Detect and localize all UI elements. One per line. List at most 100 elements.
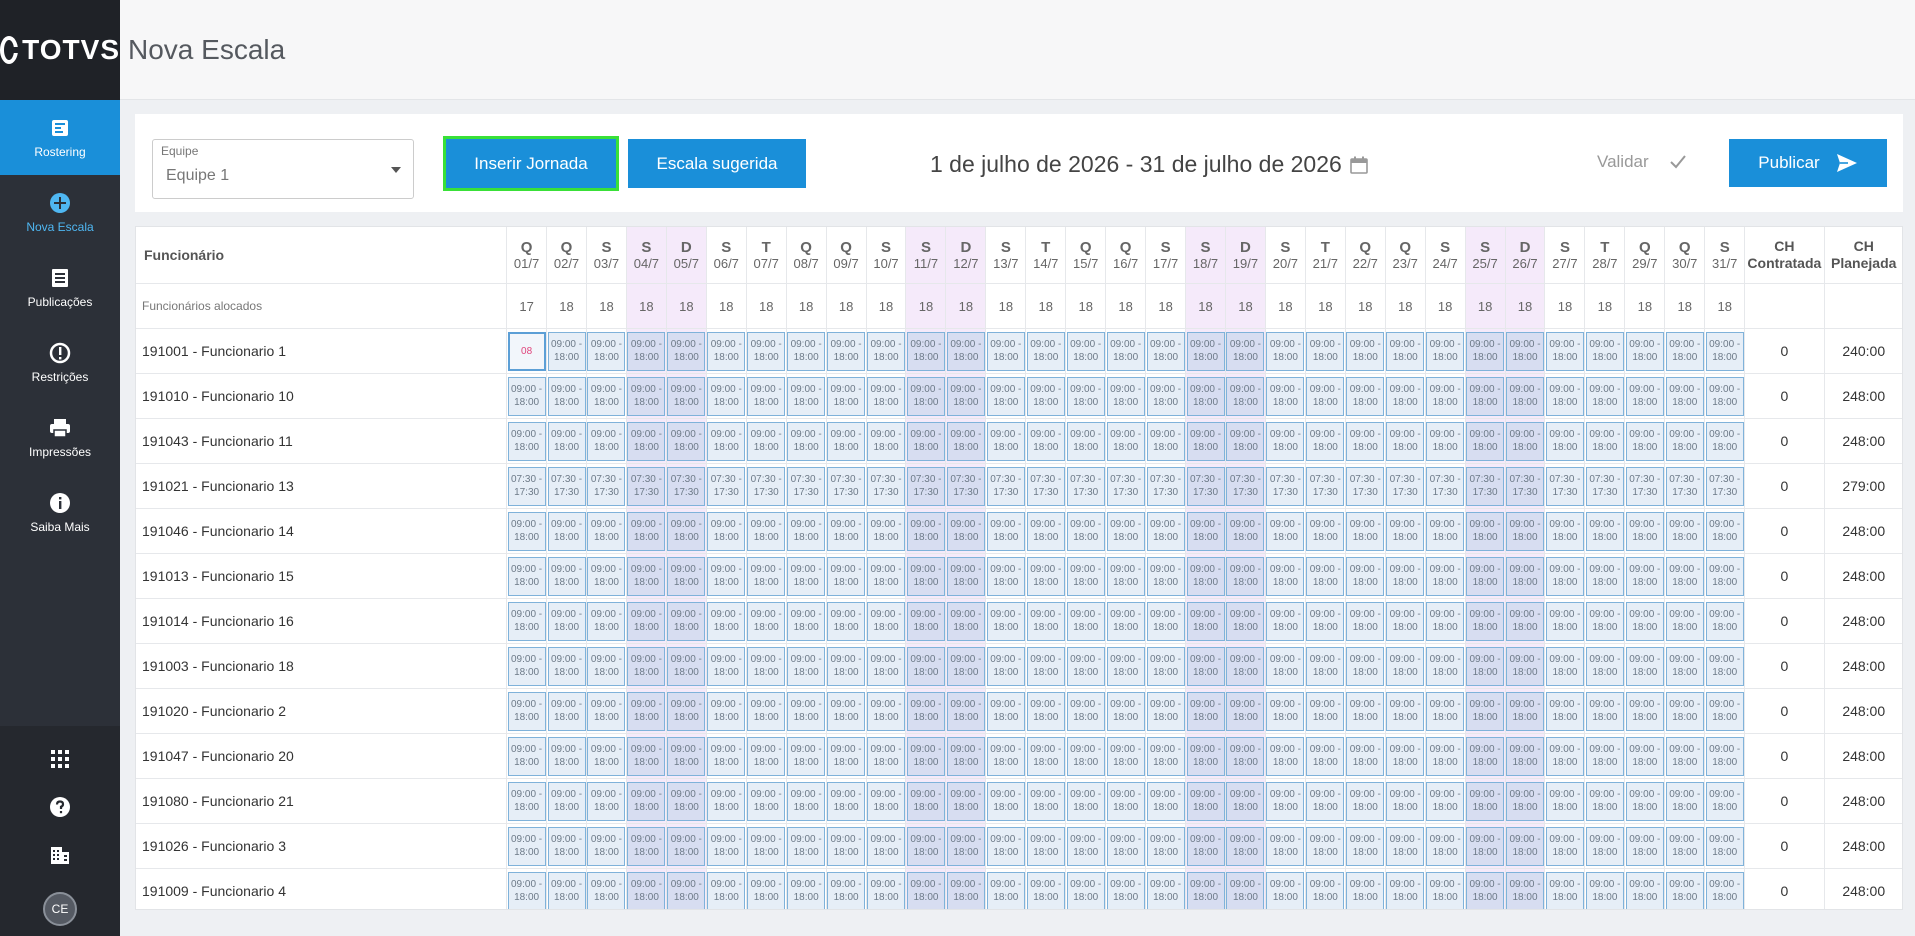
shift-block[interactable]: 09:00 -18:00 <box>867 826 906 866</box>
shift-block[interactable]: 09:00 -18:00 <box>1386 421 1425 461</box>
shift-block[interactable]: 09:00 -18:00 <box>1266 826 1305 866</box>
shift-block[interactable]: 09:00 -18:00 <box>1585 781 1624 821</box>
shift-block[interactable]: 09:00 -18:00 <box>1625 556 1664 596</box>
shift-block[interactable]: 09:00 -18:00 <box>1226 871 1265 909</box>
shift-block[interactable]: 09:00 -18:00 <box>1306 421 1345 461</box>
shift-block[interactable]: 09:00 -18:00 <box>1266 646 1305 686</box>
shift-block[interactable]: 09:00 -18:00 <box>1026 736 1065 776</box>
employee-name[interactable]: 191001 - Funcionario 1 <box>136 329 508 373</box>
shift-block[interactable]: 09:00 -18:00 <box>1266 556 1305 596</box>
shift-block[interactable]: 09:00 -18:00 <box>1186 781 1225 821</box>
shift-block[interactable]: 09:00 -18:00 <box>986 826 1025 866</box>
shift-block[interactable]: 09:00 -18:00 <box>1545 601 1584 641</box>
shift-block[interactable]: 09:00 -18:00 <box>1106 871 1145 909</box>
shift-block[interactable]: 09:00 -18:00 <box>787 421 826 461</box>
shift-block[interactable]: 09:00 -18:00 <box>1026 781 1065 821</box>
shift-block[interactable]: 09:00 -18:00 <box>827 556 866 596</box>
sidebar-item-publicacoes[interactable]: Publicações <box>0 250 120 325</box>
shift-block[interactable]: 09:00 -18:00 <box>986 556 1025 596</box>
shift-block[interactable]: 09:00 -18:00 <box>1306 331 1345 371</box>
shift-block[interactable]: 09:00 -18:00 <box>587 781 626 821</box>
shift-block[interactable]: 09:00 -18:00 <box>1226 511 1265 551</box>
shift-block[interactable]: 09:00 -18:00 <box>1346 736 1385 776</box>
shift-block[interactable]: 09:00 -18:00 <box>587 511 626 551</box>
sidebar-item-nova-escala[interactable]: Nova Escala <box>0 175 120 250</box>
shift-block[interactable]: 09:00 -18:00 <box>1026 871 1065 909</box>
shift-block[interactable]: 09:00 -18:00 <box>627 376 666 416</box>
shift-block[interactable]: 09:00 -18:00 <box>1426 376 1465 416</box>
shift-block[interactable]: 09:00 -18:00 <box>906 376 945 416</box>
shift-block[interactable]: 09:00 -18:00 <box>1346 331 1385 371</box>
shift-block[interactable]: 09:00 -18:00 <box>1625 691 1664 731</box>
shift-block[interactable]: 09:00 -18:00 <box>1186 871 1225 909</box>
shift-block[interactable]: 07:30 -17:30 <box>1266 466 1305 506</box>
shift-block[interactable]: 09:00 -18:00 <box>747 511 786 551</box>
shift-block[interactable]: 09:00 -18:00 <box>1186 826 1225 866</box>
shift-block[interactable]: 09:00 -18:00 <box>1705 601 1744 641</box>
shift-block[interactable]: 09:00 -18:00 <box>1466 736 1505 776</box>
shift-block[interactable]: 09:00 -18:00 <box>1665 781 1704 821</box>
shift-block[interactable]: 09:00 -18:00 <box>1506 781 1545 821</box>
employee-name[interactable]: 191009 - Funcionario 4 <box>136 869 508 909</box>
shift-block[interactable]: 09:00 -18:00 <box>1585 556 1624 596</box>
shift-block[interactable]: 09:00 -18:00 <box>1426 331 1465 371</box>
shift-block[interactable]: 09:00 -18:00 <box>1585 376 1624 416</box>
shift-block[interactable]: 09:00 -18:00 <box>1026 376 1065 416</box>
shift-block[interactable]: 09:00 -18:00 <box>1665 826 1704 866</box>
shift-block[interactable]: 09:00 -18:00 <box>1625 331 1664 371</box>
shift-block[interactable]: 09:00 -18:00 <box>827 736 866 776</box>
shift-block[interactable]: 09:00 -18:00 <box>1506 871 1545 909</box>
shift-block[interactable]: 09:00 -18:00 <box>707 376 746 416</box>
shift-block[interactable]: 09:00 -18:00 <box>1506 376 1545 416</box>
shift-block[interactable]: 09:00 -18:00 <box>627 826 666 866</box>
shift-block[interactable]: 09:00 -18:00 <box>1426 421 1465 461</box>
shift-block[interactable]: 09:00 -18:00 <box>1705 736 1744 776</box>
shift-block[interactable]: 09:00 -18:00 <box>1146 691 1185 731</box>
shift-block[interactable]: 09:00 -18:00 <box>1625 646 1664 686</box>
shift-block[interactable]: 09:00 -18:00 <box>707 736 746 776</box>
employee-name[interactable]: 191046 - Funcionario 14 <box>136 509 508 553</box>
shift-block[interactable]: 09:00 -18:00 <box>1346 376 1385 416</box>
shift-block[interactable]: 07:30 -17:30 <box>667 466 706 506</box>
shift-block[interactable]: 09:00 -18:00 <box>906 871 945 909</box>
shift-block[interactable]: 09:00 -18:00 <box>1386 691 1425 731</box>
shift-block[interactable]: 09:00 -18:00 <box>1585 691 1624 731</box>
shift-block[interactable]: 09:00 -18:00 <box>507 781 546 821</box>
sidebar-item-rostering[interactable]: Rostering <box>0 100 120 175</box>
shift-block[interactable]: 09:00 -18:00 <box>1146 826 1185 866</box>
shift-block[interactable]: 09:00 -18:00 <box>867 646 906 686</box>
employee-name[interactable]: 191021 - Funcionario 13 <box>136 464 508 508</box>
shift-block[interactable]: 09:00 -18:00 <box>906 691 945 731</box>
shift-block[interactable]: 09:00 -18:00 <box>1585 331 1624 371</box>
shift-block[interactable]: 09:00 -18:00 <box>827 601 866 641</box>
shift-block[interactable]: 09:00 -18:00 <box>1665 331 1704 371</box>
employee-name[interactable]: 191080 - Funcionario 21 <box>136 779 508 823</box>
shift-block[interactable]: 09:00 -18:00 <box>1186 601 1225 641</box>
shift-block[interactable]: 09:00 -18:00 <box>1106 556 1145 596</box>
shift-block[interactable]: 09:00 -18:00 <box>1625 511 1664 551</box>
shift-block[interactable]: 09:00 -18:00 <box>1066 871 1105 909</box>
shift-block[interactable]: 09:00 -18:00 <box>1426 691 1465 731</box>
shift-block[interactable]: 09:00 -18:00 <box>946 556 985 596</box>
shift-block[interactable]: 09:00 -18:00 <box>667 511 706 551</box>
shift-block[interactable]: 09:00 -18:00 <box>1386 871 1425 909</box>
shift-block[interactable]: 09:00 -18:00 <box>707 826 746 866</box>
sidebar-item-restricoes[interactable]: Restrições <box>0 325 120 400</box>
shift-block[interactable]: 09:00 -18:00 <box>1625 871 1664 909</box>
shift-block[interactable]: 09:00 -18:00 <box>1226 736 1265 776</box>
shift-block[interactable]: 09:00 -18:00 <box>1066 511 1105 551</box>
shift-block[interactable]: 07:30 -17:30 <box>1545 466 1584 506</box>
shift-block[interactable]: 09:00 -18:00 <box>1306 376 1345 416</box>
shift-block[interactable]: 09:00 -18:00 <box>1426 556 1465 596</box>
shift-block[interactable]: 09:00 -18:00 <box>986 736 1025 776</box>
shift-block[interactable]: 09:00 -18:00 <box>1545 826 1584 866</box>
shift-block[interactable]: 09:00 -18:00 <box>667 871 706 909</box>
shift-block[interactable]: 09:00 -18:00 <box>707 781 746 821</box>
shift-block[interactable]: 09:00 -18:00 <box>906 736 945 776</box>
shift-block[interactable]: 09:00 -18:00 <box>867 556 906 596</box>
sidebar-item-saiba-mais[interactable]: Saiba Mais <box>0 475 120 550</box>
shift-block[interactable]: 09:00 -18:00 <box>867 871 906 909</box>
shift-block[interactable]: 07:30 -17:30 <box>1386 466 1425 506</box>
shift-block[interactable]: 09:00 -18:00 <box>627 556 666 596</box>
publish-button[interactable]: Publicar <box>1729 139 1887 187</box>
